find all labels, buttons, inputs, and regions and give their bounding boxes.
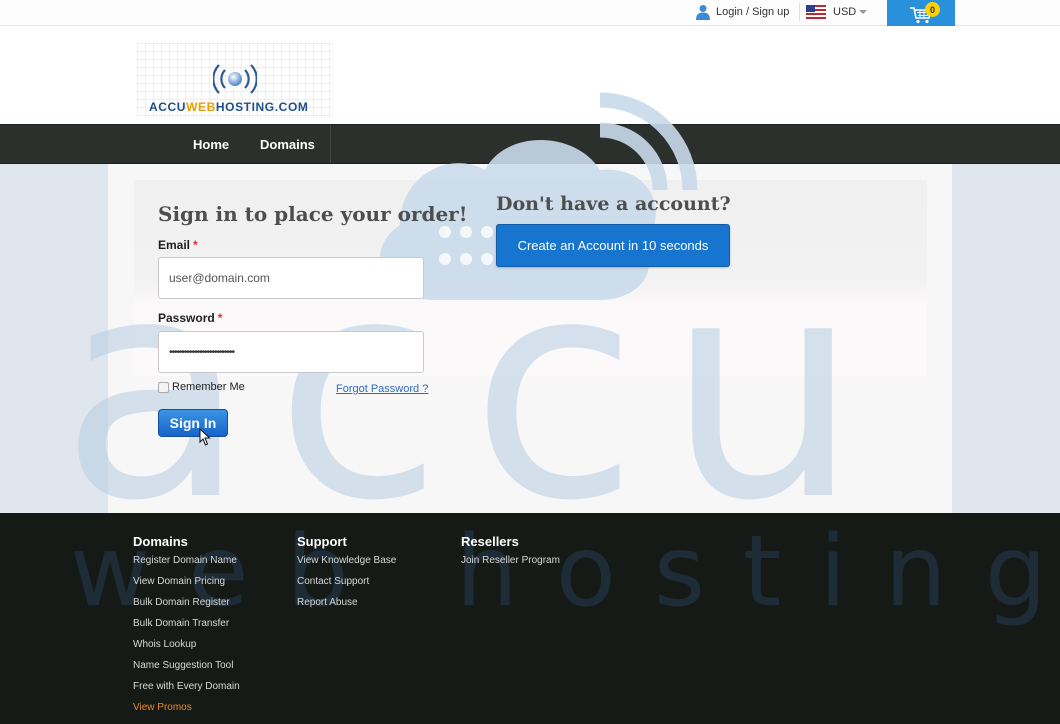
- logo-wordmark: ACCUWEBHOSTING.COM: [149, 100, 309, 114]
- currency-label: USD: [833, 6, 857, 18]
- currency-selector[interactable]: USD: [806, 3, 868, 21]
- chevron-down-icon: [859, 10, 868, 14]
- footer-link-name-suggestion[interactable]: Name Suggestion Tool: [133, 658, 240, 679]
- footer-link-register-domain[interactable]: Register Domain Name: [133, 553, 240, 574]
- signin-title: Sign in to place your order!: [158, 202, 468, 226]
- footer-column-resellers: Resellers Join Reseller Program: [461, 534, 560, 574]
- globe-signal-icon: [213, 64, 257, 94]
- nav-item-domains[interactable]: Domains: [260, 125, 315, 163]
- login-signup-label: Login / Sign up: [716, 6, 790, 18]
- footer-heading-domains: Domains: [133, 534, 188, 549]
- remember-me-checkbox[interactable]: [158, 381, 169, 393]
- password-label: Password *: [158, 311, 223, 325]
- footer-link-join-reseller[interactable]: Join Reseller Program: [461, 553, 560, 574]
- email-label: Email *: [158, 238, 198, 252]
- cart-count-badge: 0: [925, 2, 940, 17]
- sign-in-button[interactable]: Sign In: [158, 409, 228, 437]
- footer-heading-support: Support: [297, 534, 347, 549]
- create-account-button[interactable]: Create an Account in 10 seconds: [496, 224, 730, 267]
- footer-link-bulk-transfer[interactable]: Bulk Domain Transfer: [133, 616, 240, 637]
- us-flag-icon: [806, 5, 826, 19]
- cart-button[interactable]: 0: [887, 0, 955, 26]
- remember-me[interactable]: Remember Me: [158, 381, 245, 393]
- no-account-title: Don't have a account?: [496, 193, 731, 215]
- footer-column-domains: Domains Register Domain Name View Domain…: [133, 534, 240, 721]
- forgot-password-link[interactable]: Forgot Password ?: [336, 383, 428, 395]
- footer-heading-resellers: Resellers: [461, 534, 519, 549]
- footer-link-domain-pricing[interactable]: View Domain Pricing: [133, 574, 240, 595]
- footer-link-report-abuse[interactable]: Report Abuse: [297, 595, 396, 616]
- password-field[interactable]: ••••••••••••••••••••••••••: [158, 331, 424, 373]
- remember-me-label: Remember Me: [172, 381, 245, 393]
- top-bar: Login / Sign up USD 0: [0, 0, 1060, 26]
- login-signup-link[interactable]: Login / Sign up: [696, 3, 801, 21]
- footer-link-whois[interactable]: Whois Lookup: [133, 637, 240, 658]
- footer-link-view-promos[interactable]: View Promos: [133, 700, 240, 721]
- nav-divider: [330, 125, 331, 163]
- footer-link-free-with-domain[interactable]: Free with Every Domain: [133, 679, 240, 700]
- footer-link-knowledge-base[interactable]: View Knowledge Base: [297, 553, 396, 574]
- email-field[interactable]: user@domain.com: [158, 257, 424, 299]
- footer-link-contact-support[interactable]: Contact Support: [297, 574, 396, 595]
- mouse-cursor-icon: [199, 428, 211, 446]
- footer-link-bulk-register[interactable]: Bulk Domain Register: [133, 595, 240, 616]
- main-nav: Home Domains: [0, 124, 1060, 164]
- nav-item-home[interactable]: Home: [193, 125, 229, 163]
- site-logo[interactable]: ACCUWEBHOSTING.COM: [137, 43, 333, 117]
- user-icon: [696, 5, 710, 20]
- footer-column-support: Support View Knowledge Base Contact Supp…: [297, 534, 396, 616]
